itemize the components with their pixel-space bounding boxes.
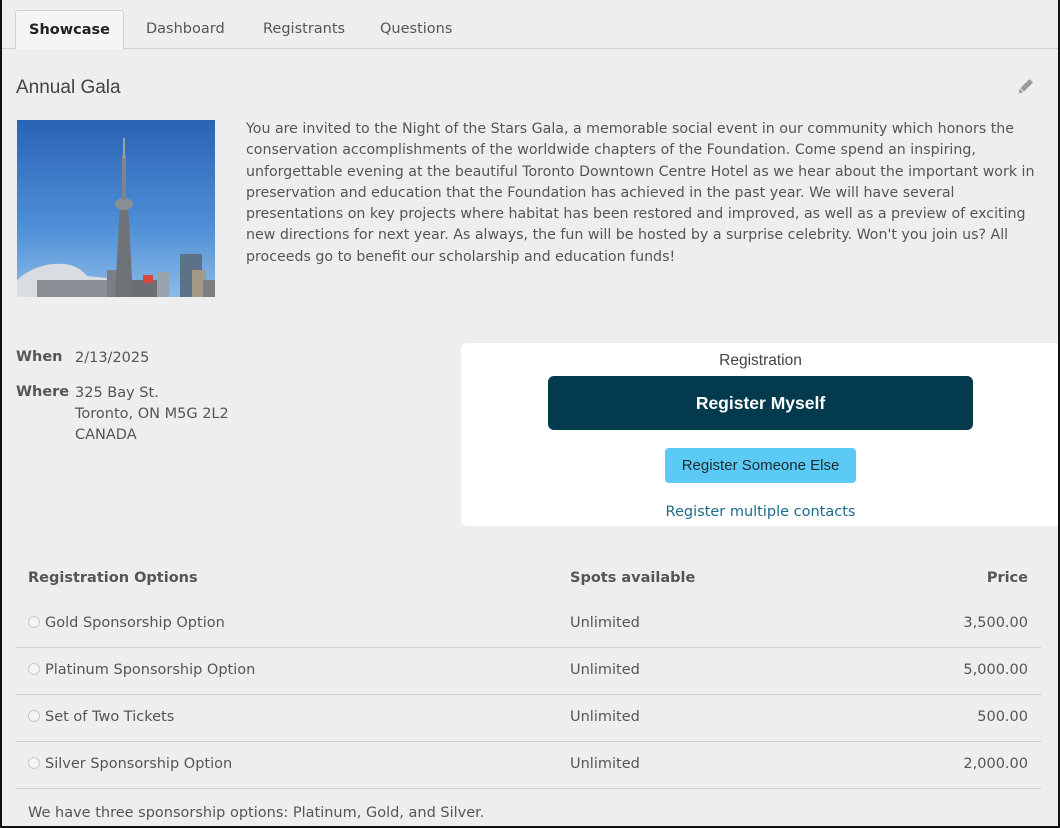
register-multiple-contacts-link[interactable]: Register multiple contacts [461,504,1058,520]
option-name-cell: Gold Sponsorship Option [28,601,225,645]
event-description: You are invited to the Night of the Star… [246,121,1035,265]
event-image [17,120,215,297]
table-row[interactable]: Silver Sponsorship Option Unlimited 2,00… [16,742,1041,789]
header-price: Price [986,570,1028,586]
option-price: 500.00 [977,709,1028,725]
option-name-cell: Silver Sponsorship Option [28,742,232,786]
when-value: 2/13/2025 [75,350,150,366]
where-address-line-1: 325 Bay St. [75,385,159,401]
option-spots: Unlimited [570,709,640,725]
tab-bar: Showcase Dashboard Registrants Questions [2,0,1058,50]
table-header: Registration Options Spots available Pri… [16,558,1041,601]
radio-button[interactable] [28,663,40,675]
option-name: Platinum Sponsorship Option [45,662,256,678]
tab-showcase[interactable]: Showcase [15,10,124,50]
header-spots-available: Spots available [570,570,696,586]
registration-panel: Registration Register Myself Register So… [461,343,1058,526]
option-name: Silver Sponsorship Option [45,756,233,772]
page: Showcase Dashboard Registrants Questions… [0,0,1060,828]
tab-dashboard[interactable]: Dashboard [128,10,243,49]
pencil-icon[interactable] [1014,76,1036,98]
where-label: Where [16,384,70,400]
registration-heading: Registration [719,352,802,369]
option-spots: Unlimited [570,615,640,631]
option-spots: Unlimited [570,756,640,772]
option-name: Set of Two Tickets [45,709,175,725]
options-footnote: We have three sponsorship options: Plati… [28,805,485,821]
option-price: 5,000.00 [963,662,1028,678]
table-row[interactable]: Gold Sponsorship Option Unlimited 3,500.… [16,601,1041,648]
radio-button[interactable] [28,710,40,722]
register-someone-else-button[interactable]: Register Someone Else [665,448,856,483]
table-row[interactable]: Platinum Sponsorship Option Unlimited 5,… [16,648,1041,695]
option-price: 3,500.00 [963,615,1028,631]
register-myself-button[interactable]: Register Myself [548,376,973,430]
option-name-cell: Platinum Sponsorship Option [28,648,255,692]
radio-button[interactable] [28,616,40,628]
option-name: Gold Sponsorship Option [45,615,225,631]
tab-questions[interactable]: Questions [362,10,470,49]
option-name-cell: Set of Two Tickets [28,695,174,739]
radio-button[interactable] [28,757,40,769]
where-address-line-3: CANADA [75,427,137,443]
option-spots: Unlimited [570,662,640,678]
option-price: 2,000.00 [963,756,1028,772]
tab-registrants[interactable]: Registrants [245,10,363,49]
event-title: Annual Gala [16,77,121,98]
when-label: When [16,349,63,365]
header-registration-options: Registration Options [28,570,198,586]
table-row[interactable]: Set of Two Tickets Unlimited 500.00 [16,695,1041,742]
where-address-line-2: Toronto, ON M5G 2L2 [75,406,229,422]
registration-options-table: Registration Options Spots available Pri… [16,558,1041,789]
